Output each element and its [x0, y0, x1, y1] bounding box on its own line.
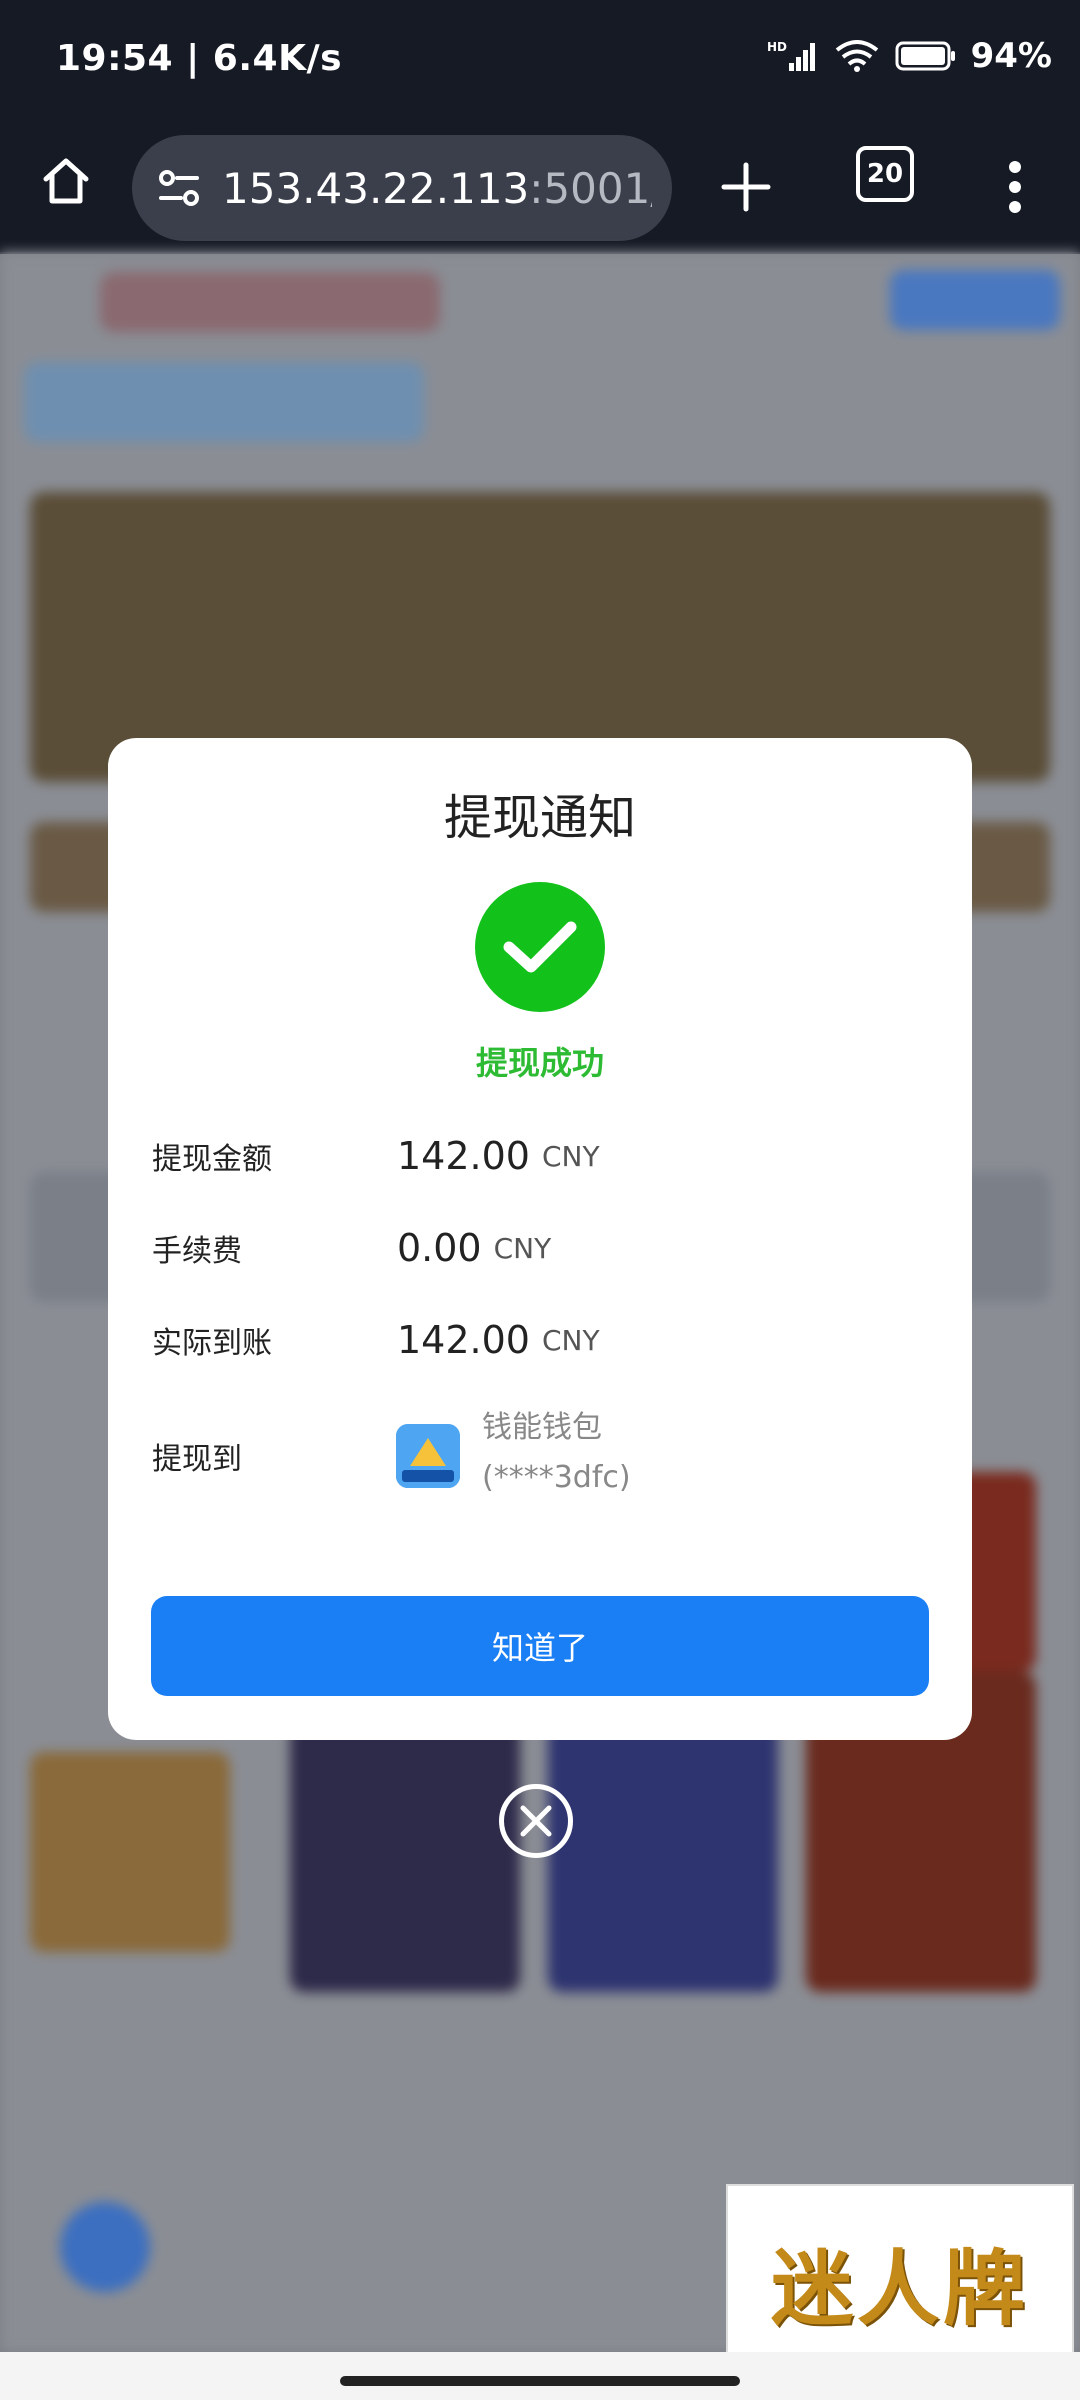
- destination-label: 提现到: [152, 1442, 242, 1477]
- new-tab-button[interactable]: [710, 151, 782, 223]
- wifi-icon: [835, 40, 878, 72]
- svg-text:HD: HD: [767, 40, 787, 54]
- system-nav-bar: [0, 2352, 1080, 2400]
- more-icon: [1009, 161, 1021, 213]
- url-path: :5001/?ci: [529, 163, 652, 213]
- amount-value: 142.00: [397, 1134, 530, 1178]
- amount-label: 提现金额: [152, 1142, 272, 1177]
- tabs-button[interactable]: 20: [856, 146, 914, 202]
- wallet-name: 钱能钱包: [482, 1410, 602, 1445]
- received-label: 实际到账: [152, 1326, 272, 1361]
- address-bar[interactable]: 153.43.22.113:5001/?ci: [132, 135, 672, 241]
- battery-icon: [895, 41, 955, 71]
- site-info-icon: [159, 170, 199, 206]
- more-menu-button[interactable]: [990, 147, 1040, 227]
- received-row: 实际到账 142.00 CNY: [152, 1310, 952, 1370]
- success-status-text: 提现成功: [475, 1044, 604, 1082]
- close-modal-button[interactable]: [499, 1784, 573, 1858]
- modal-title: 提现通知: [443, 790, 636, 846]
- browser-toolbar: 153.43.22.113:5001/?ci 20: [0, 125, 1080, 254]
- amount-currency: CNY: [541, 1139, 600, 1173]
- site-info-button[interactable]: [154, 163, 204, 213]
- home-button[interactable]: [30, 145, 102, 217]
- status-bar: 19:54 | 6.4K/s HD 94%: [0, 0, 1080, 125]
- status-icons: HD 94%: [767, 36, 1052, 76]
- got-it-button[interactable]: 知道了: [151, 1596, 929, 1696]
- url-host: 153.43.22.113: [222, 163, 530, 213]
- status-time-speed: 19:54 | 6.4K/s: [56, 38, 343, 79]
- close-icon: [520, 1805, 552, 1837]
- url-text[interactable]: 153.43.22.113:5001/?ci: [222, 164, 652, 213]
- home-icon: [43, 158, 89, 204]
- success-check-icon: [475, 882, 605, 1012]
- amount-row: 提现金额 142.00 CNY: [152, 1126, 952, 1186]
- fee-label: 手续费: [152, 1234, 242, 1269]
- received-value: 142.00: [397, 1318, 530, 1362]
- signal-icon: HD: [767, 40, 815, 71]
- battery-percent: 94%: [970, 36, 1052, 76]
- plus-icon: [721, 162, 771, 212]
- brand-watermark-text: 迷人牌: [770, 2240, 1029, 2337]
- received-currency: CNY: [541, 1323, 600, 1357]
- brand-watermark: 迷人牌: [726, 2184, 1074, 2378]
- fee-currency: CNY: [493, 1231, 552, 1265]
- fee-value: 0.00: [397, 1226, 482, 1270]
- home-gesture-bar[interactable]: [340, 2376, 740, 2386]
- fee-row: 手续费 0.00 CNY: [152, 1218, 952, 1278]
- wallet-app-icon: [396, 1424, 460, 1488]
- wallet-account: (****3dfc): [482, 1460, 631, 1495]
- withdrawal-notice-modal: 提现通知 提现成功 提现金额 142.00 CNY 手续费 0.00 CNY 实…: [108, 738, 972, 1740]
